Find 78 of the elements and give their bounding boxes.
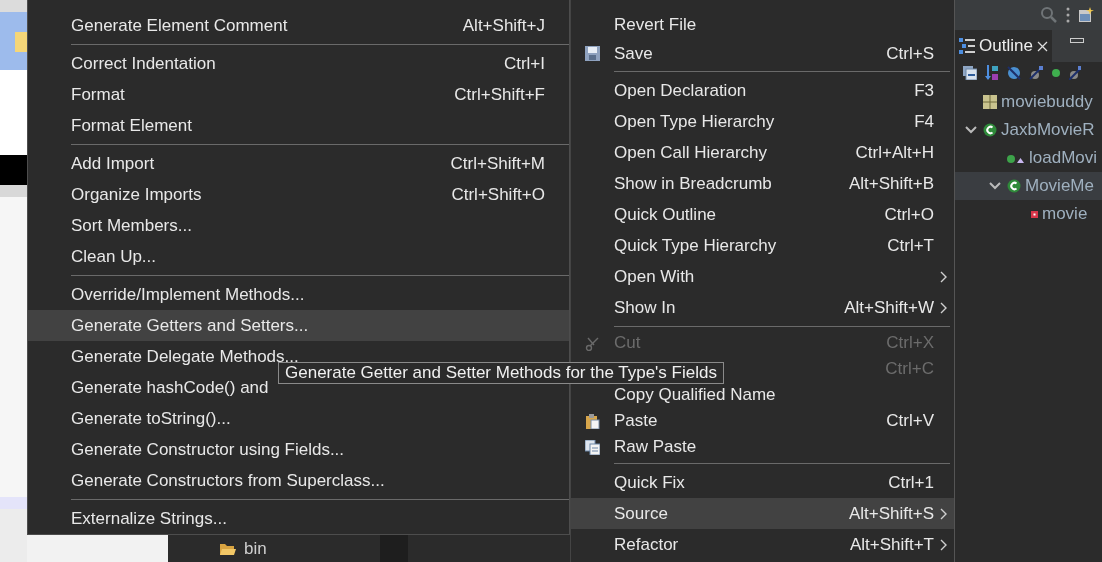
documents-icon — [585, 439, 600, 455]
menu-item[interactable]: Raw Paste — [571, 434, 954, 460]
chevron-down-icon[interactable] — [965, 126, 977, 134]
shortcut-text: F4 — [914, 110, 934, 133]
close-icon[interactable] — [1036, 40, 1048, 52]
shortcut-text: Alt+Shift+S — [848, 502, 934, 525]
menu-item[interactable]: Sort Members... — [28, 210, 569, 241]
menu-item[interactable]: Generate Getters and Setters... — [28, 310, 569, 341]
outline-item[interactable]: movie — [955, 200, 1102, 228]
shortcut-text: Ctrl+Alt+H — [855, 141, 934, 164]
class-icon — [983, 123, 997, 137]
outline-item[interactable]: JaxbMovieR — [955, 116, 1102, 144]
clipboard-icon — [585, 413, 600, 429]
menu-item[interactable]: Open Call Hierarchy Ctrl+Alt+H — [571, 137, 954, 168]
outline-item[interactable]: loadMovi — [955, 144, 1102, 172]
menu-item[interactable]: Organize Imports Ctrl+Shift+O — [28, 179, 569, 210]
menu-item[interactable]: Generate Constructors from Superclass... — [28, 465, 569, 496]
menu-item[interactable]: Externalize Strings... — [28, 503, 569, 534]
outline-item[interactable]: moviebuddy — [955, 88, 1102, 116]
shortcut-text: Ctrl+Shift+F — [454, 83, 545, 106]
menu-item[interactable]: Quick Fix Ctrl+1 — [571, 467, 954, 498]
shortcut-text: Ctrl+Shift+M — [450, 152, 545, 175]
folder-icon — [220, 542, 236, 556]
hide-local-types-icon[interactable] — [1069, 66, 1081, 80]
menu-item[interactable]: Source Alt+Shift+S — [571, 498, 954, 529]
menu-item[interactable]: Clean Up... — [28, 241, 569, 272]
shortcut-text: Alt+Shift+T — [849, 533, 934, 556]
collapse-all-icon[interactable] — [963, 66, 977, 80]
sort-icon[interactable] — [985, 65, 999, 81]
menu-item[interactable]: Open With — [571, 261, 954, 292]
shortcut-text: Ctrl+S — [886, 42, 934, 65]
save-icon — [585, 46, 600, 61]
menu-item[interactable]: Refactor Alt+Shift+T — [571, 529, 954, 560]
shortcut-text: Ctrl+V — [886, 410, 934, 433]
menu-item[interactable]: Format Ctrl+Shift+F — [28, 79, 569, 110]
outline-icon — [959, 37, 975, 55]
menu-item[interactable]: Quick Type Hierarchy Ctrl+T — [571, 230, 954, 261]
outline-item[interactable]: MovieMe — [955, 172, 1102, 200]
shortcut-text: Ctrl+T — [887, 234, 934, 257]
scissors-icon — [585, 335, 600, 351]
method-icon — [1007, 152, 1025, 164]
menu-item[interactable]: Generate toString()... — [28, 403, 569, 434]
shortcut-text: Ctrl+1 — [888, 471, 934, 494]
shortcut-text: F3 — [914, 79, 934, 102]
menu-item[interactable]: Format Element — [28, 110, 569, 141]
shortcut-text: Alt+Shift+B — [848, 172, 934, 195]
menu-item[interactable]: Show In Alt+Shift+W — [571, 292, 954, 323]
hide-fields-icon[interactable] — [1007, 66, 1021, 80]
menu-item[interactable]: Save Ctrl+S — [571, 39, 954, 68]
shortcut-text: Alt+Shift+J — [462, 14, 545, 37]
menu-item[interactable]: Generate Constructor using Fields... — [28, 434, 569, 465]
shortcut-text: Ctrl+I — [503, 52, 545, 75]
more-icon[interactable] — [1066, 7, 1070, 23]
shortcut-text: Ctrl+X — [886, 332, 934, 355]
menu-item[interactable]: Add Import Ctrl+Shift+M — [28, 148, 569, 179]
menu-item[interactable]: Paste Ctrl+V — [571, 408, 954, 434]
hide-static-icon[interactable] — [1029, 66, 1043, 80]
field-icon — [1031, 210, 1038, 218]
package-icon — [983, 95, 997, 109]
chevron-down-icon[interactable] — [989, 182, 1001, 190]
shortcut-text: Alt+Shift+W — [844, 296, 934, 319]
menu-item[interactable]: Correct Indentation Ctrl+I — [28, 48, 569, 79]
menu-item[interactable]: Open Declaration F3 — [571, 75, 954, 106]
shortcut-text: Ctrl+Shift+O — [451, 183, 545, 206]
menu-item[interactable]: Copy Qualified Name — [571, 382, 954, 408]
menu-item[interactable]: Open Type Hierarchy F4 — [571, 106, 954, 137]
menu-item[interactable]: Override/Implement Methods... — [28, 279, 569, 310]
menu-item[interactable]: Revert File — [571, 10, 954, 39]
menu-item[interactable]: Show in Breadcrumb Alt+Shift+B — [571, 168, 954, 199]
menu-item[interactable]: Quick Outline Ctrl+O — [571, 199, 954, 230]
tree-item[interactable]: bin — [220, 535, 380, 562]
open-perspective-icon[interactable] — [1078, 7, 1094, 23]
class-icon — [1007, 179, 1021, 193]
minimize-icon[interactable] — [1069, 38, 1084, 43]
shortcut-text: Ctrl+O — [884, 203, 934, 226]
tooltip: Generate Getter and Setter Methods for the Type's Fields — [278, 362, 724, 384]
hide-non-public-icon[interactable] — [1051, 68, 1061, 78]
menu-item[interactable]: Generate Element Comment Alt+Shift+J — [28, 10, 569, 41]
